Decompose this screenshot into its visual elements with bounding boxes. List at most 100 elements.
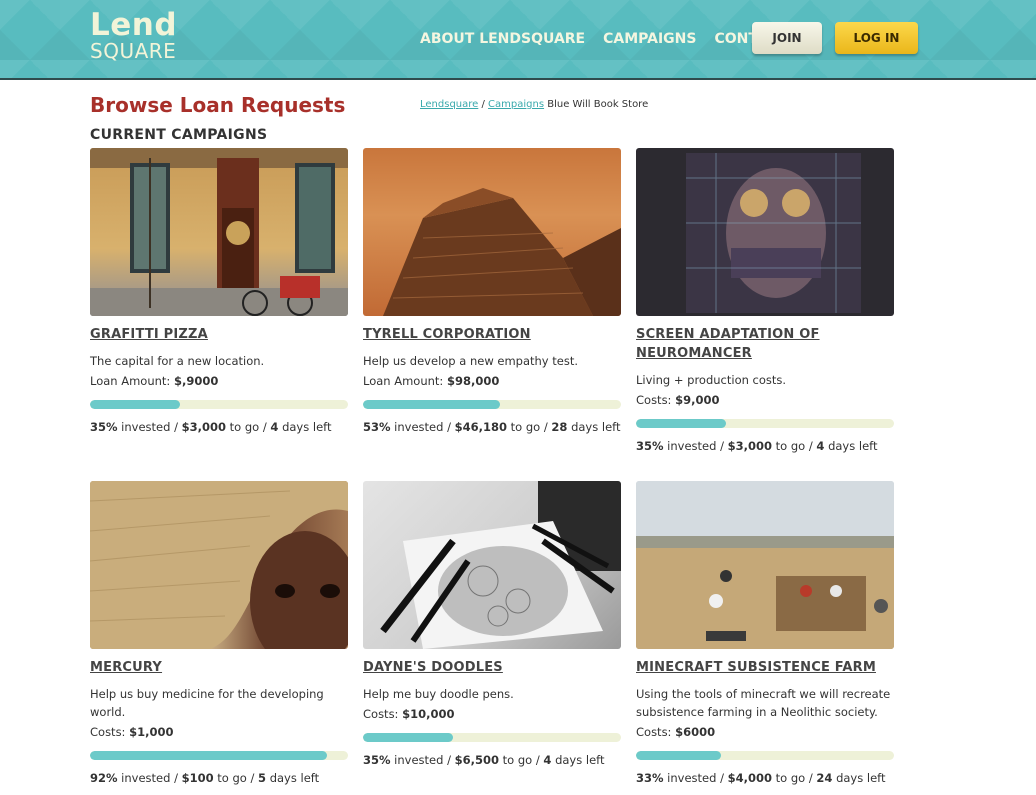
to-go-text: to go / (772, 439, 817, 453)
progress-fill (90, 400, 181, 409)
campaign-stats: 53% invested / $46,180 to go / 28 days l… (363, 420, 621, 434)
percent-invested: 92% (90, 771, 118, 785)
percent-invested: 35% (363, 753, 391, 767)
campaign-image[interactable] (363, 148, 621, 316)
progress-bar (636, 419, 894, 428)
campaign-title[interactable]: DAYNE'S DOODLES (363, 658, 621, 677)
campaign-title[interactable]: TYRELL CORPORATION (363, 325, 621, 344)
breadcrumb-campaigns[interactable]: Campaigns (488, 99, 544, 110)
invested-text: invested / (390, 753, 455, 767)
campaign-image[interactable] (636, 148, 894, 316)
to-go-text: to go / (226, 420, 271, 434)
progress-bar (363, 400, 621, 409)
days-text: days left (824, 439, 878, 453)
progress-fill (636, 751, 722, 760)
breadcrumb-separator: / (478, 99, 489, 110)
campaign-description: Help us buy medicine for the developing … (90, 687, 324, 719)
to-go-text: to go / (499, 753, 544, 767)
days-text: days left (266, 771, 320, 785)
breadcrumb-lendsquare[interactable]: Lendsquare (420, 99, 478, 110)
campaign-card: DAYNE'S DOODLES Help me buy doodle pens.… (363, 481, 621, 767)
progress-bar (90, 400, 348, 409)
campaign-stats: 92% invested / $100 to go / 5 days left (90, 771, 348, 785)
lendsquare-logo[interactable]: Lend SQUARE (90, 7, 178, 63)
invested-text: invested / (390, 420, 455, 434)
campaign-description: Living + production costs. (636, 373, 787, 387)
amount-label: Costs: (636, 725, 672, 739)
campaign-amount: Costs: $9,000 (636, 393, 894, 407)
excavation-site-photo (636, 481, 894, 649)
amount-to-go: $3,000 (727, 439, 773, 453)
to-go-text: to go / (507, 420, 552, 434)
to-go-text: to go / (213, 771, 259, 785)
days-text: days left (567, 420, 621, 434)
nav-campaigns[interactable]: CAMPAIGNS (603, 31, 696, 47)
login-button[interactable]: LOG IN (835, 22, 918, 54)
main-nav: ABOUT LENDSQUARE CAMPAIGNS CONTACT (420, 31, 806, 47)
campaign-title[interactable]: MERCURY (90, 658, 348, 677)
campaign-amount: Costs: $6000 (636, 725, 894, 739)
invested-text: invested / (663, 771, 728, 785)
section-title: CURRENT CAMPAIGNS (90, 127, 268, 143)
campaign-amount: Costs: $10,000 (363, 707, 621, 721)
campaign-stats: 33% invested / $4,000 to go / 24 days le… (636, 771, 894, 785)
campaign-card: MERCURY Help us buy medicine for the dev… (90, 481, 348, 785)
amount-value: $1,000 (129, 725, 174, 739)
breadcrumb: Lendsquare / Campaigns Blue Will Book St… (420, 99, 648, 110)
amount-value: $,9000 (173, 374, 219, 388)
progress-bar (90, 751, 348, 760)
days-text: days left (551, 753, 605, 767)
days-left: 5 (258, 771, 267, 785)
progress-bar (363, 733, 621, 742)
nav-about[interactable]: ABOUT LENDSQUARE (420, 31, 585, 47)
join-button[interactable]: JOIN (752, 22, 822, 54)
campaign-card: SCREEN ADAPTATION OF NEUROMANCER Living … (636, 148, 894, 453)
amount-value: $10,000 (402, 707, 455, 721)
to-go-text: to go / (772, 771, 817, 785)
progress-fill (90, 751, 328, 760)
campaign-description: Help us develop a new empathy test. (363, 354, 579, 368)
days-text: days left (832, 771, 886, 785)
campaign-image[interactable] (363, 481, 621, 649)
amount-to-go: $6,500 (454, 753, 500, 767)
amount-label: Costs: (90, 725, 126, 739)
campaign-description: Help me buy doodle pens. (363, 687, 514, 701)
campaign-description: The capital for a new location. (90, 354, 265, 368)
days-left: 28 (551, 420, 568, 434)
campaign-image[interactable] (90, 148, 348, 316)
campaign-image[interactable] (636, 481, 894, 649)
campaign-stats: 35% invested / $6,500 to go / 4 days lef… (363, 753, 621, 767)
progress-bar (636, 751, 894, 760)
amount-to-go: $3,000 (181, 420, 227, 434)
amount-label: Loan Amount: (363, 374, 444, 388)
amount-value: $98,000 (446, 374, 500, 388)
days-left: 24 (816, 771, 833, 785)
campaign-title[interactable]: MINECRAFT SUBSISTENCE FARM (636, 658, 894, 677)
campaign-description: Using the tools of minecraft we will rec… (636, 687, 891, 719)
logo-line1: Lend (90, 7, 178, 43)
amount-label: Loan Amount: (90, 374, 171, 388)
doodle-pens-photo (380, 481, 621, 649)
percent-invested: 35% (90, 420, 118, 434)
amount-value: $6000 (675, 725, 716, 739)
amount-value: $9,000 (675, 393, 720, 407)
site-header: Lend SQUARE ABOUT LENDSQUARE CAMPAIGNS C… (0, 0, 1036, 80)
progress-fill (363, 400, 500, 409)
percent-invested: 35% (636, 439, 664, 453)
campaign-title[interactable]: GRAFITTI PIZZA (90, 325, 348, 344)
breadcrumb-current: Blue Will Book Store (544, 99, 649, 110)
logo-line2: SQUARE (90, 39, 177, 63)
campaign-title[interactable]: SCREEN ADAPTATION OF NEUROMANCER (636, 325, 894, 363)
amount-label: Costs: (363, 707, 399, 721)
campaign-image[interactable] (90, 481, 348, 649)
campaign-stats: 35% invested / $3,000 to go / 4 days lef… (636, 439, 894, 453)
progress-fill (636, 419, 727, 428)
invested-text: invested / (663, 439, 728, 453)
invested-text: invested / (117, 771, 182, 785)
percent-invested: 53% (363, 420, 391, 434)
percent-invested: 33% (636, 771, 664, 785)
campaign-card: TYRELL CORPORATION Help us develop a new… (363, 148, 621, 434)
page-title: Browse Loan Requests (90, 93, 346, 117)
campaign-card: GRAFITTI PIZZA The capital for a new loc… (90, 148, 348, 434)
progress-fill (363, 733, 454, 742)
